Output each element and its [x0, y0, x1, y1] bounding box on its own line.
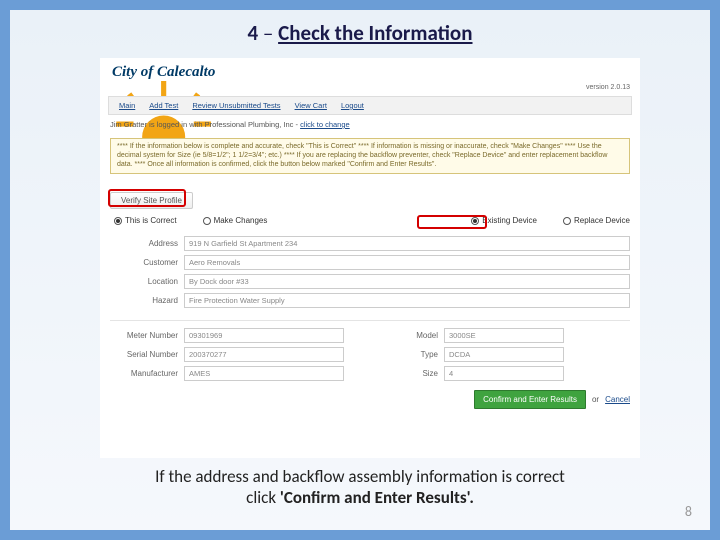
- label-type: Type: [344, 350, 444, 359]
- label-model: Model: [344, 331, 444, 340]
- label-address: Address: [110, 239, 184, 248]
- page-number: 8: [685, 503, 692, 520]
- label-customer: Customer: [110, 258, 184, 267]
- instructions-box: **** If the information below is complet…: [110, 138, 630, 174]
- field-size[interactable]: 4: [444, 366, 564, 381]
- nav-logout[interactable]: Logout: [341, 101, 364, 110]
- field-customer[interactable]: Aero Removals: [184, 255, 630, 270]
- nav-add-test[interactable]: Add Test: [149, 101, 178, 110]
- field-serial[interactable]: 200370277: [184, 347, 344, 362]
- radio-make-changes[interactable]: Make Changes: [203, 216, 268, 225]
- divider: [110, 320, 630, 321]
- confirm-button[interactable]: Confirm and Enter Results: [474, 390, 586, 409]
- radio-replace-device[interactable]: Replace Device: [563, 216, 630, 225]
- field-meter[interactable]: 09301969: [184, 328, 344, 343]
- label-location: Location: [110, 277, 184, 286]
- title-number: 4: [247, 20, 258, 46]
- nav-review[interactable]: Review Unsubmitted Tests: [192, 101, 280, 110]
- label-hazard: Hazard: [110, 296, 184, 305]
- highlight-existing: [417, 215, 487, 229]
- nav-view-cart[interactable]: View Cart: [295, 101, 327, 110]
- slide-caption: If the address and backflow assembly inf…: [10, 466, 710, 508]
- radio-this-correct[interactable]: This is Correct: [114, 216, 177, 225]
- version-label: version 2.0.13: [586, 84, 630, 91]
- label-size: Size: [344, 369, 444, 378]
- field-hazard[interactable]: Fire Protection Water Supply: [184, 293, 630, 308]
- nav-bar: Main Add Test Review Unsubmitted Tests V…: [108, 96, 632, 115]
- logged-in-text: Jim Gratter is logged in with Profession…: [110, 120, 350, 129]
- field-model[interactable]: 3000SE: [444, 328, 564, 343]
- screenshot-panel: City of Calecalto founded 1825 version 2…: [100, 58, 640, 458]
- radio-icon: [114, 217, 122, 225]
- nav-main[interactable]: Main: [119, 101, 135, 110]
- title-dash: –: [263, 20, 278, 46]
- logged-change-link[interactable]: click to change: [300, 120, 350, 129]
- highlight-section: [108, 189, 186, 207]
- cancel-link[interactable]: Cancel: [605, 395, 630, 404]
- field-manufacturer[interactable]: AMES: [184, 366, 344, 381]
- radio-icon: [203, 217, 211, 225]
- form-upper: Address919 N Garfield St Apartment 234 C…: [110, 236, 630, 312]
- confirm-row: Confirm and Enter Results or Cancel: [110, 390, 630, 409]
- logged-prefix: Jim Gratter is logged in with Profession…: [110, 120, 300, 129]
- radio-icon: [563, 217, 571, 225]
- brand-text: City of Calecalto: [112, 64, 215, 80]
- field-location[interactable]: By Dock door #33: [184, 274, 630, 289]
- title-text: Check the Information: [278, 20, 472, 46]
- slide: 4 – Check the Information City of Caleca…: [10, 10, 710, 530]
- field-type[interactable]: DCDA: [444, 347, 564, 362]
- field-address[interactable]: 919 N Garfield St Apartment 234: [184, 236, 630, 251]
- confirm-or: or: [592, 395, 599, 404]
- form-lower: Meter Number 09301969 Model 3000SE Seria…: [110, 328, 630, 385]
- label-manufacturer: Manufacturer: [110, 369, 184, 378]
- label-serial: Serial Number: [110, 350, 184, 359]
- slide-title: 4 – Check the Information: [10, 10, 710, 46]
- radio-row: This is Correct Make Changes Existing De…: [114, 216, 630, 225]
- label-meter: Meter Number: [110, 331, 184, 340]
